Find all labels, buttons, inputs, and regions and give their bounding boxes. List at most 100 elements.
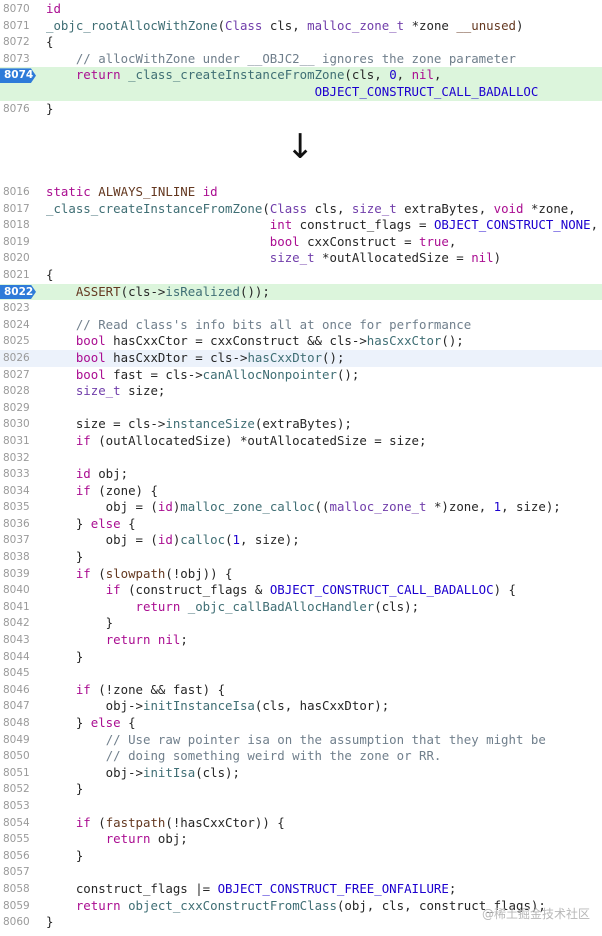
code-token: construct_flags = (292, 217, 434, 233)
code-token: return (105, 831, 151, 847)
code-token: calloc (180, 532, 226, 548)
line-number: 8057 (3, 866, 30, 879)
line-number: 8040 (3, 584, 30, 597)
code-token: (cls, (344, 67, 390, 83)
code-line: 8072 { (0, 34, 602, 51)
code-token: obj-> (46, 698, 143, 714)
line-number: 8044 (3, 650, 30, 663)
line-number: 8072 (3, 36, 30, 49)
line-number: 8051 (3, 766, 30, 779)
line-number: 8039 (3, 567, 30, 580)
line-number: 8043 (3, 634, 30, 647)
code-token: } (46, 847, 84, 863)
code-token: *outAllocatedSize = (314, 250, 472, 266)
code-token: ( (90, 565, 106, 581)
code-token: (cls); (195, 764, 240, 780)
code-token: } (46, 781, 84, 797)
code-text: bool cxxConstruct = true, (46, 234, 457, 251)
code-line: 8021 { (0, 267, 602, 284)
code-token: object_cxxConstructFromClass (128, 897, 337, 913)
code-token: // doing something weird with the zone o… (105, 748, 442, 764)
code-line: 8045 (0, 665, 602, 682)
code-token: (); (322, 349, 345, 365)
code-token: } (46, 715, 91, 730)
line-number: 8071 (3, 19, 30, 32)
code-token: ( (217, 17, 226, 33)
code-line: 8022 ASSERT(cls->isRealized()); (0, 283, 602, 301)
code-text: ASSERT(cls->isRealized()); (46, 284, 270, 301)
code-token: (!zone && fast) { (90, 681, 226, 697)
code-line: 8033 id obj; (0, 466, 602, 483)
code-line: 8019 bool cxxConstruct = true, (0, 234, 602, 251)
code-text: _class_createInstanceFromZone(Class cls,… (46, 201, 576, 218)
code-token: ; (180, 632, 188, 648)
line-number: 8076 (3, 102, 30, 115)
code-text: if (outAllocatedSize) *outAllocatedSize … (46, 432, 427, 450)
code-token: , (433, 67, 442, 83)
code-line: 8052 } (0, 781, 602, 798)
line-number: 8019 (3, 235, 30, 248)
code-token: // Use raw pointer isa on the assumption… (105, 731, 546, 747)
code-token: size_t (351, 200, 397, 216)
code-token: OBJECT_CONSTRUCT_FREE_ONFAILURE (217, 880, 449, 896)
code-line: 8040 if (construct_flags & OBJECT_CONSTR… (0, 582, 602, 599)
code-token: cls, (307, 200, 352, 216)
code-token: ; (448, 880, 457, 896)
code-token: if (75, 681, 91, 697)
code-line: 8070 id (0, 1, 602, 18)
code-token: OBJECT_CONSTRUCT_CALL_BADALLOC (314, 83, 539, 99)
code-token: , size); (501, 499, 561, 515)
code-token: id (46, 1, 61, 16)
code-token: 1 (232, 532, 240, 548)
code-line: 8028 size_t size; (0, 383, 602, 400)
code-token: } (46, 549, 84, 565)
code-token: ( (262, 200, 270, 216)
code-token: if (75, 482, 91, 498)
code-token: else (90, 515, 121, 531)
code-text: int construct_flags = OBJECT_CONSTRUCT_N… (46, 217, 598, 234)
code-text: obj = (id)calloc(1, size); (46, 532, 300, 549)
code-line: 8044 } (0, 649, 602, 666)
code-text: { (46, 267, 53, 284)
breakpoint-marker[interactable]: 8022 (0, 284, 36, 300)
code-token: isRealized (165, 283, 240, 299)
code-token: obj = ( (46, 532, 158, 548)
code-token: id (75, 466, 91, 482)
code-token: (cls); (374, 598, 420, 614)
code-line: 8031 if (outAllocatedSize) *outAllocated… (0, 433, 602, 450)
code-token: (!obj)) { (165, 565, 233, 581)
code-token: if (105, 582, 121, 598)
line-number: 8041 (3, 600, 30, 613)
code-token: *)zone, (426, 499, 494, 515)
code-token: ( (225, 532, 233, 548)
code-token: fastpath (105, 814, 166, 830)
code-token: nil (157, 632, 181, 648)
code-token: *zone, (523, 200, 576, 216)
code-text: } (46, 549, 83, 566)
down-arrow-icon: ↓ (286, 127, 315, 167)
code-token: OBJECT_CONSTRUCT_CALL_BADALLOC (269, 582, 494, 598)
line-number (0, 84, 41, 101)
line-number: 8024 (3, 318, 30, 331)
breakpoint-marker[interactable]: 8074 (0, 68, 36, 83)
code-line: 8041 return _objc_callBadAllocHandler(cl… (0, 599, 602, 616)
code-token: nil (471, 250, 494, 266)
code-text: size = cls->instanceSize(extraBytes); (46, 416, 352, 433)
code-line: 8037 obj = (id)calloc(1, size); (0, 532, 602, 549)
line-number: 8059 (3, 899, 30, 912)
code-token: if (75, 432, 91, 448)
code-token: 0 (389, 67, 397, 83)
code-token: ()); (239, 283, 270, 299)
